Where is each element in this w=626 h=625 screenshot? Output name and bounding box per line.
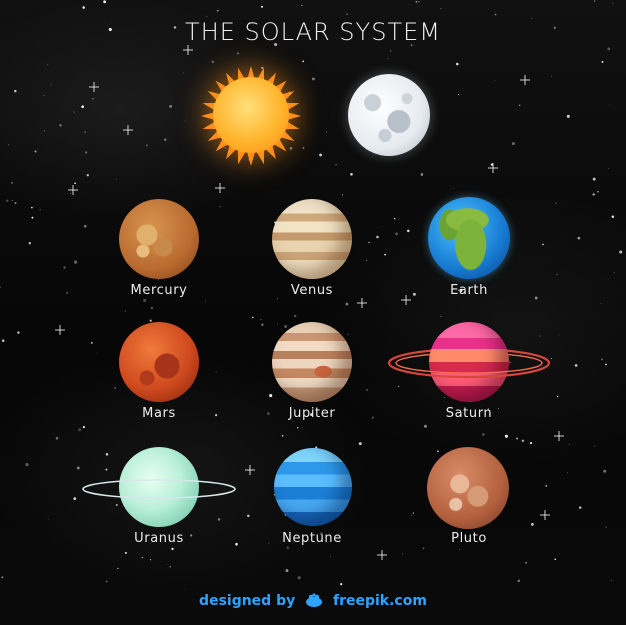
- planet-label-neptune: Neptune: [282, 531, 342, 546]
- sun-illustration: [213, 77, 289, 153]
- freepik-logo-icon: [306, 593, 323, 607]
- planet-earth: [428, 197, 510, 279]
- planet-label-earth: Earth: [450, 283, 488, 298]
- credit-designed-by: designed by: [199, 593, 296, 609]
- uranus-ring: [82, 479, 236, 499]
- planet-label-jupiter: Jupiter: [288, 406, 336, 421]
- planet-label-mars: Mars: [142, 406, 176, 421]
- planet-label-pluto: Pluto: [451, 531, 487, 546]
- planet-label-venus: Venus: [290, 283, 334, 298]
- planet-label-uranus: Uranus: [134, 531, 184, 546]
- planet-label-saturn: Saturn: [445, 406, 493, 421]
- planet-venus: [272, 199, 352, 279]
- saturn-ring-front: [387, 362, 551, 379]
- planet-jupiter: [272, 322, 352, 402]
- moon-illustration: [348, 74, 430, 156]
- planet-mercury: [119, 199, 199, 279]
- credit-footer[interactable]: designed by freepik.com: [0, 592, 626, 609]
- planet-pluto: [427, 447, 509, 529]
- planet-label-mercury: Mercury: [130, 283, 188, 298]
- credit-freepik-link[interactable]: freepik.com: [333, 593, 427, 609]
- planet-neptune: [274, 448, 352, 526]
- planet-mars: [119, 322, 199, 402]
- solar-system-poster: THE SOLAR SYSTEM Mercury Venus Earth Mar…: [0, 0, 626, 625]
- page-title: THE SOLAR SYSTEM: [185, 18, 441, 46]
